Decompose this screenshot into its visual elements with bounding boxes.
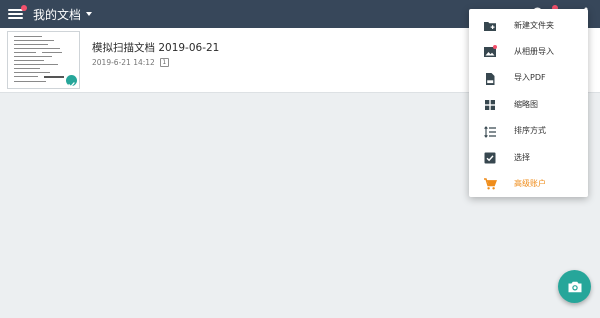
camera-icon <box>567 279 583 295</box>
menu-item-premium-account[interactable]: 高级账户 <box>469 170 588 196</box>
pdf-icon <box>483 71 497 85</box>
document-date: 2019-6-21 14:12 <box>92 58 155 67</box>
menu-icon-bar <box>8 17 23 19</box>
notification-badge <box>21 5 27 11</box>
menu-item-import-pdf[interactable]: 导入PDF <box>469 65 588 91</box>
camera-fab-button[interactable] <box>558 270 591 303</box>
menu-item-label: 导入PDF <box>514 73 546 83</box>
menu-item-sort-by[interactable]: 排序方式 <box>469 118 588 144</box>
menu-item-label: 高级账户 <box>514 179 546 189</box>
menu-item-thumbnail-view[interactable]: 缩略图 <box>469 91 588 117</box>
app-title: 我的文档 <box>33 7 82 22</box>
synced-check-icon <box>66 75 77 88</box>
caret-down-icon <box>86 12 93 16</box>
document-title[interactable]: 模拟扫描文档 2019-06-21 <box>92 40 219 55</box>
menu-item-label: 选择 <box>514 152 530 162</box>
menu-item-label: 新建文件夹 <box>514 20 554 30</box>
menu-icon-bar <box>8 13 23 15</box>
menu-button[interactable] <box>6 5 27 21</box>
document-thumbnail[interactable] <box>7 31 80 89</box>
image-import-icon <box>483 44 497 58</box>
menu-item-label: 从相册导入 <box>514 47 554 57</box>
menu-item-label: 缩略图 <box>514 99 538 109</box>
new-folder-icon <box>483 18 497 32</box>
overflow-menu: 新建文件夹 从相册导入 导入PDF 缩略图 排序方式 选择 高级账户 <box>469 9 588 197</box>
menu-item-new-folder[interactable]: 新建文件夹 <box>469 12 588 38</box>
page-count-badge: 1 <box>159 58 169 67</box>
menu-item-select[interactable]: 选择 <box>469 144 588 170</box>
cart-icon <box>483 176 498 190</box>
menu-item-label: 排序方式 <box>514 126 546 136</box>
menu-item-import-from-album[interactable]: 从相册导入 <box>469 38 588 64</box>
folder-dropdown[interactable]: 我的文档 <box>33 5 93 23</box>
sort-icon <box>483 124 497 138</box>
document-meta: 2019-6-21 14:12 1 <box>92 58 169 67</box>
grid-view-icon <box>483 97 497 111</box>
checkbox-icon <box>483 150 497 164</box>
